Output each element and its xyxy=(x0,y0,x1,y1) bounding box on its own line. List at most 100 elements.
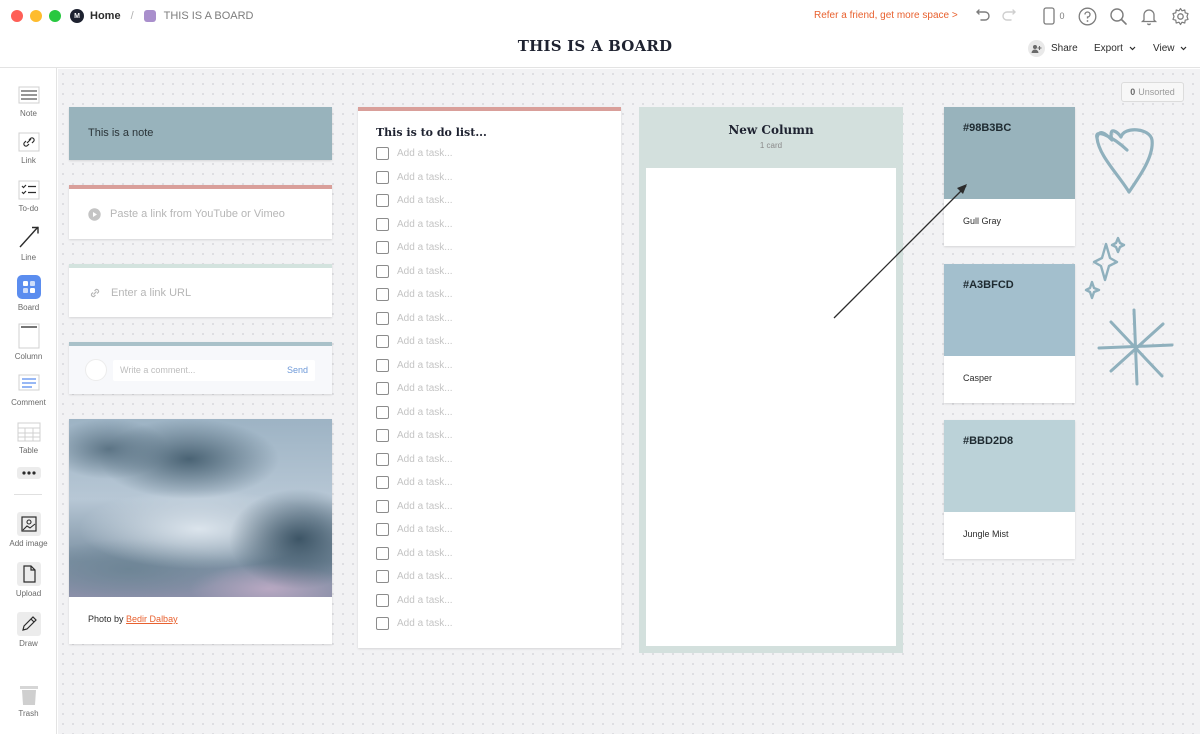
help-icon[interactable] xyxy=(1077,6,1097,26)
todo-task-item[interactable]: Add a task... xyxy=(376,448,603,472)
task-checkbox[interactable] xyxy=(376,147,389,161)
home-logo-icon[interactable]: M xyxy=(70,9,84,23)
task-checkbox[interactable] xyxy=(376,311,389,325)
tool-link[interactable]: Link xyxy=(0,131,57,165)
task-input[interactable]: Add a task... xyxy=(397,501,453,512)
share-button[interactable]: Share xyxy=(1028,40,1078,57)
todo-task-item[interactable]: Add a task... xyxy=(376,330,603,354)
trash-button[interactable]: Trash xyxy=(0,684,57,718)
photo-author-link[interactable]: Bedir Dalbay xyxy=(126,614,178,624)
more-tools-button[interactable] xyxy=(0,466,57,483)
task-input[interactable]: Add a task... xyxy=(397,454,453,465)
task-checkbox[interactable] xyxy=(376,358,389,372)
link-url-input[interactable]: Enter a link URL xyxy=(111,287,191,299)
todo-task-item[interactable]: Add a task... xyxy=(376,260,603,284)
task-checkbox[interactable] xyxy=(376,288,389,302)
comment-card[interactable]: Write a comment... Send xyxy=(69,342,332,394)
task-checkbox[interactable] xyxy=(376,264,389,278)
task-checkbox[interactable] xyxy=(376,194,389,208)
refer-friend-link[interactable]: Refer a friend, get more space > xyxy=(814,10,958,21)
color-swatch-card[interactable]: #98B3BC Gull Gray xyxy=(944,107,1075,246)
export-menu[interactable]: Export xyxy=(1094,43,1136,54)
comment-input[interactable]: Write a comment... Send xyxy=(113,359,315,381)
todo-task-item[interactable]: Add a task... xyxy=(376,518,603,542)
task-checkbox[interactable] xyxy=(376,335,389,349)
tool-table[interactable]: Table xyxy=(0,421,57,455)
task-checkbox[interactable] xyxy=(376,429,389,443)
task-input[interactable]: Add a task... xyxy=(397,524,453,535)
todo-task-item[interactable]: Add a task... xyxy=(376,236,603,260)
page-title[interactable]: THIS IS A BOARD xyxy=(0,37,1190,55)
minimize-window-button[interactable] xyxy=(30,10,42,22)
todo-task-item[interactable]: Add a task... xyxy=(376,354,603,378)
note-card[interactable]: This is a note xyxy=(69,107,332,160)
task-checkbox[interactable] xyxy=(376,570,389,584)
tool-upload[interactable]: Upload xyxy=(0,562,57,598)
close-window-button[interactable] xyxy=(11,10,23,22)
task-checkbox[interactable] xyxy=(376,170,389,184)
task-checkbox[interactable] xyxy=(376,382,389,396)
maximize-window-button[interactable] xyxy=(49,10,61,22)
task-checkbox[interactable] xyxy=(376,476,389,490)
tool-comment[interactable]: Comment xyxy=(0,373,57,407)
task-checkbox[interactable] xyxy=(376,217,389,231)
video-url-input[interactable]: Paste a link from YouTube or Vimeo xyxy=(110,208,285,220)
task-input[interactable]: Add a task... xyxy=(397,148,453,159)
task-checkbox[interactable] xyxy=(376,523,389,537)
view-menu[interactable]: View xyxy=(1153,43,1187,54)
task-checkbox[interactable] xyxy=(376,405,389,419)
send-comment-button[interactable]: Send xyxy=(287,365,308,375)
todo-list-card[interactable]: This is to do list... Add a task... Add a… xyxy=(358,107,621,648)
tool-note[interactable]: Note xyxy=(0,84,57,118)
unsorted-counter-button[interactable]: 0 Unsorted xyxy=(1121,82,1184,102)
todo-task-item[interactable]: Add a task... xyxy=(376,542,603,566)
breadcrumb-home[interactable]: Home xyxy=(90,10,121,22)
task-input[interactable]: Add a task... xyxy=(397,360,453,371)
todo-task-item[interactable]: Add a task... xyxy=(376,612,603,636)
task-input[interactable]: Add a task... xyxy=(397,313,453,324)
todo-task-item[interactable]: Add a task... xyxy=(376,283,603,307)
column-drop-area[interactable] xyxy=(646,168,896,646)
tool-add-image[interactable]: Add image xyxy=(0,512,57,548)
task-input[interactable]: Add a task... xyxy=(397,618,453,629)
task-input[interactable]: Add a task... xyxy=(397,548,453,559)
breadcrumb-board[interactable]: THIS IS A BOARD xyxy=(164,10,254,22)
image-card[interactable]: Photo by Bedir Dalbay xyxy=(69,419,332,644)
column-title[interactable]: New Column xyxy=(639,123,903,137)
settings-gear-icon[interactable] xyxy=(1170,6,1190,26)
todo-task-item[interactable]: Add a task... xyxy=(376,424,603,448)
todo-task-item[interactable]: Add a task... xyxy=(376,142,603,166)
notifications-bell-icon[interactable] xyxy=(1139,6,1159,26)
task-input[interactable]: Add a task... xyxy=(397,383,453,394)
task-input[interactable]: Add a task... xyxy=(397,477,453,488)
video-link-card[interactable]: Paste a link from YouTube or Vimeo xyxy=(69,185,332,239)
link-card[interactable]: Enter a link URL xyxy=(69,264,332,317)
task-checkbox[interactable] xyxy=(376,617,389,631)
todo-task-item[interactable]: Add a task... xyxy=(376,471,603,495)
task-input[interactable]: Add a task... xyxy=(397,336,453,347)
todo-task-item[interactable]: Add a task... xyxy=(376,401,603,425)
color-swatch-card[interactable]: #BBD2D8 Jungle Mist xyxy=(944,420,1075,559)
task-input[interactable]: Add a task... xyxy=(397,407,453,418)
task-input[interactable]: Add a task... xyxy=(397,595,453,606)
todo-task-item[interactable]: Add a task... xyxy=(376,589,603,613)
device-count[interactable]: 0 xyxy=(1040,6,1068,26)
todo-task-item[interactable]: Add a task... xyxy=(376,166,603,190)
todo-title[interactable]: This is to do list... xyxy=(376,126,603,139)
todo-task-item[interactable]: Add a task... xyxy=(376,377,603,401)
undo-icon[interactable] xyxy=(974,7,992,25)
task-input[interactable]: Add a task... xyxy=(397,430,453,441)
task-input[interactable]: Add a task... xyxy=(397,172,453,183)
todo-task-item[interactable]: Add a task... xyxy=(376,307,603,331)
search-icon[interactable] xyxy=(1108,6,1128,26)
redo-icon[interactable] xyxy=(1000,7,1018,25)
task-checkbox[interactable] xyxy=(376,546,389,560)
task-input[interactable]: Add a task... xyxy=(397,266,453,277)
tool-todo[interactable]: To-do xyxy=(0,179,57,213)
tool-draw[interactable]: Draw xyxy=(0,612,57,648)
task-input[interactable]: Add a task... xyxy=(397,242,453,253)
task-input[interactable]: Add a task... xyxy=(397,219,453,230)
tool-board[interactable]: Board xyxy=(0,274,57,312)
todo-task-item[interactable]: Add a task... xyxy=(376,565,603,589)
task-checkbox[interactable] xyxy=(376,452,389,466)
